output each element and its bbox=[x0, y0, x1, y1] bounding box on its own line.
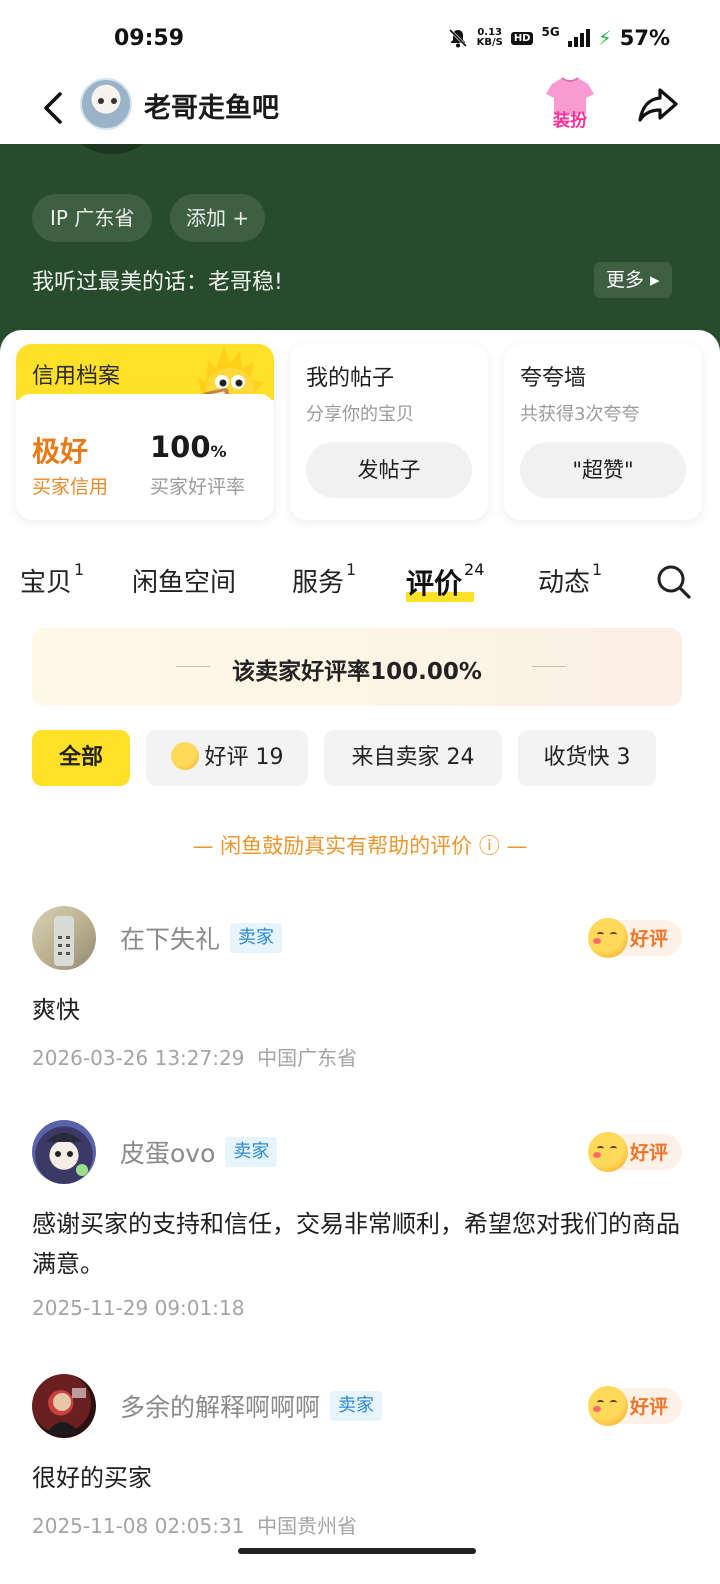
hd-icon: HD bbox=[510, 31, 534, 45]
review-meta: 2025-11-08 02:05:31 中国贵州省 bbox=[32, 1514, 358, 1538]
page-title: 老哥走鱼吧 bbox=[144, 93, 279, 124]
share-icon[interactable] bbox=[636, 84, 680, 124]
mute-bell-icon bbox=[448, 28, 467, 48]
status-bar: 09:59 0.13 KB/S HD 5G ⚡ 57% bbox=[0, 0, 720, 80]
good-rate-label: 买家好评率 bbox=[150, 476, 246, 498]
header-avatar-edge bbox=[64, 144, 160, 154]
more-button[interactable]: 更多 ▸ bbox=[594, 262, 672, 298]
praise-button[interactable]: "超赞" bbox=[520, 442, 686, 498]
profile-cards: 信用档案 极好 买家信用 100% 买家好评率 我的帖子 分享你的宝贝 发帖子 bbox=[0, 344, 720, 524]
my-posts-title: 我的帖子 bbox=[306, 366, 395, 391]
dress-up-label: 装扮 bbox=[553, 111, 587, 131]
home-indicator[interactable] bbox=[238, 1548, 476, 1554]
review-meta: 2026-03-26 13:27:29 中国广东省 bbox=[32, 1046, 358, 1070]
filter-all[interactable]: 全部 bbox=[32, 730, 130, 786]
review-filters: 全部 好评 19 来自卖家 24 收货快 3 bbox=[0, 730, 720, 790]
tab-services[interactable]: 服务 1 bbox=[292, 560, 356, 599]
smile-emoji-icon bbox=[588, 1386, 628, 1426]
search-icon[interactable] bbox=[656, 564, 692, 600]
review-guideline[interactable]: — 闲鱼鼓励真实有帮助的评价 ⓘ — bbox=[0, 830, 720, 860]
credit-level-label: 买家信用 bbox=[32, 476, 109, 498]
profile-bio: 我听过最美的话：老哥稳! bbox=[32, 270, 283, 295]
status-icons: 0.13 KB/S HD 5G ⚡ 57% bbox=[447, 25, 670, 50]
credit-card[interactable]: 信用档案 极好 买家信用 100% 买家好评率 bbox=[16, 344, 274, 520]
filter-from-seller[interactable]: 来自卖家 24 bbox=[324, 730, 502, 786]
create-post-button[interactable]: 发帖子 bbox=[306, 442, 472, 498]
profile-header: IP 广东省 添加 + 我听过最美的话：老哥稳! 更多 ▸ bbox=[0, 144, 720, 354]
banner-divider-right bbox=[532, 666, 566, 667]
tab-items[interactable]: 宝贝 1 bbox=[20, 560, 84, 599]
profile-avatar[interactable] bbox=[80, 78, 132, 130]
photo-avatar-icon bbox=[46, 1388, 86, 1434]
back-arrow-icon[interactable] bbox=[36, 86, 72, 130]
my-posts-card[interactable]: 我的帖子 分享你的宝贝 发帖子 bbox=[290, 344, 488, 520]
positive-badge: 好评 bbox=[588, 1386, 682, 1426]
smile-emoji-icon bbox=[588, 918, 628, 958]
credit-level: 极好 bbox=[32, 435, 89, 468]
ip-location-chip: IP 广东省 bbox=[32, 194, 153, 242]
tab-reviews[interactable]: 评价 24 bbox=[406, 560, 484, 602]
positive-badge: 好评 bbox=[588, 918, 682, 958]
reviewer-avatar[interactable] bbox=[32, 1120, 96, 1184]
credit-card-body: 极好 买家信用 100% 买家好评率 bbox=[16, 394, 274, 520]
net-speed: 0.13 KB/S bbox=[476, 27, 503, 48]
seller-tag: 卖家 bbox=[225, 1137, 278, 1167]
reviewer-name[interactable]: 多余的解释啊啊啊 卖家 bbox=[120, 1388, 383, 1424]
seller-tag: 卖家 bbox=[230, 923, 283, 953]
review-meta: 2025-11-29 09:01:18 bbox=[32, 1296, 245, 1320]
profile-tabs: 宝贝 1 闲鱼空间 服务 1 评价 24 动态 1 bbox=[0, 556, 720, 612]
reviewer-name[interactable]: 在下失礼 卖家 bbox=[120, 920, 283, 956]
praise-wall-card[interactable]: 夸夸墙 共获得3次夸夸 "超赞" bbox=[504, 344, 702, 520]
cartoon-avatar-icon bbox=[46, 1133, 88, 1176]
my-posts-subtitle: 分享你的宝贝 bbox=[306, 404, 414, 425]
network-label: 5G bbox=[541, 25, 560, 39]
main-panel: 信用档案 极好 买家信用 100% 买家好评率 我的帖子 分享你的宝贝 发帖子 bbox=[0, 330, 720, 1584]
smile-emoji-icon bbox=[170, 742, 199, 770]
positive-badge: 好评 bbox=[588, 1132, 682, 1172]
smile-emoji-icon bbox=[588, 1132, 628, 1172]
add-tag-button[interactable]: 添加 + bbox=[170, 194, 266, 242]
signal-icon bbox=[567, 29, 590, 47]
review-content: 很好的买家 bbox=[32, 1464, 152, 1492]
filter-positive[interactable]: 好评 19 bbox=[146, 730, 308, 786]
praise-wall-title: 夸夸墙 bbox=[520, 366, 587, 391]
charging-icon: ⚡ bbox=[597, 26, 612, 50]
filter-fast-receipt[interactable]: 收货快 3 bbox=[518, 730, 656, 786]
praise-wall-subtitle: 共获得3次夸夸 bbox=[520, 404, 640, 425]
credit-card-title: 信用档案 bbox=[32, 364, 121, 389]
good-rate-value: 100% bbox=[150, 430, 227, 464]
status-time: 09:59 bbox=[114, 26, 185, 51]
battery-level: 57% bbox=[619, 26, 670, 50]
nav-bar: 老哥走鱼吧 装扮 bbox=[0, 72, 720, 144]
dress-up-button[interactable]: 装扮 bbox=[542, 76, 598, 134]
rating-banner-text: 该卖家好评率100.00% bbox=[232, 659, 482, 685]
review-content: 感谢买家的支持和信任，交易非常顺利，希望您对我们的商品满意。 bbox=[32, 1210, 680, 1278]
reviewer-avatar[interactable] bbox=[32, 906, 96, 970]
remote-photo-icon bbox=[54, 916, 74, 966]
rating-banner: 该卖家好评率100.00% bbox=[32, 628, 682, 706]
reviewer-avatar[interactable] bbox=[32, 1374, 96, 1438]
review-content: 爽快 bbox=[32, 996, 80, 1024]
reviewer-name[interactable]: 皮蛋ovo 卖家 bbox=[120, 1134, 278, 1170]
seller-tag: 卖家 bbox=[330, 1391, 383, 1421]
tab-space[interactable]: 闲鱼空间 bbox=[132, 562, 236, 599]
tab-activity[interactable]: 动态 1 bbox=[538, 560, 602, 599]
